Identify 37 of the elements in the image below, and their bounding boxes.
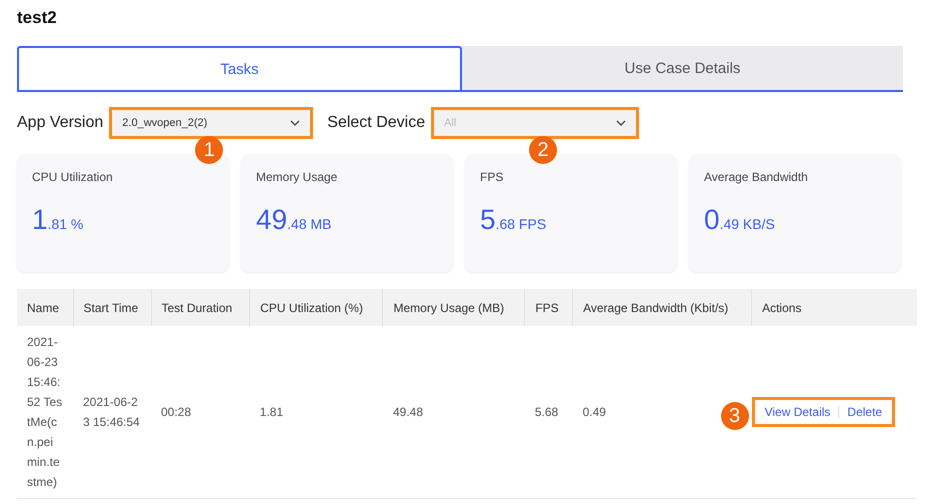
metric-label: CPU Utilization [32,170,114,184]
column-header: Test Duration [151,289,250,326]
step-marker: 3 [720,402,749,430]
action-link[interactable]: Delete [847,402,882,422]
metric-value: 0 [704,204,720,236]
tab[interactable]: Use Case Details [462,46,903,90]
metric-value: 5 [480,204,496,236]
table-cell: 2021-06-23 15:46:54 [73,326,151,498]
metric-unit: .81 % [48,216,84,232]
metric-value: 49 [256,204,288,236]
filter-label: App Version [17,114,104,132]
filter-label: Select Device [327,114,426,132]
metric-unit: .49 KB/S [720,216,775,232]
column-header: CPU Utilization (%) [250,289,383,326]
metric-label: Average Bandwidth [704,170,809,184]
select-field[interactable]: 2.0_wvopen_2(2) [109,107,314,139]
action-link[interactable]: View Details [764,402,830,422]
metric-label: FPS [480,170,504,184]
tab[interactable]: Tasks [17,46,462,90]
metric-value: 1 [32,204,48,236]
column-header: Actions [752,289,917,326]
page-title: test2 [17,8,58,29]
column-header: Start Time [73,289,151,326]
metric-unit: .68 FPS [496,216,546,232]
table-cell: 49.48 [382,326,525,498]
table-cell: 2021-06-23 15:46:52 TestMe(cn.peimin.testme) [17,326,73,498]
table-cell: 00:28 [151,326,250,498]
column-header: FPS [524,289,573,326]
column-header: Memory Usage (MB) [382,289,525,326]
chevron-down-icon [616,120,626,126]
column-header: Name [17,289,73,326]
chevron-down-icon [290,120,300,126]
table-cell: 5.68 [524,326,573,498]
table-cell: 1.81 [250,326,383,498]
metric-label: Memory Usage [256,170,338,184]
metric-unit: .48 MB [287,216,332,232]
column-header: Average Bandwidth (Kbit/s) [572,289,752,326]
